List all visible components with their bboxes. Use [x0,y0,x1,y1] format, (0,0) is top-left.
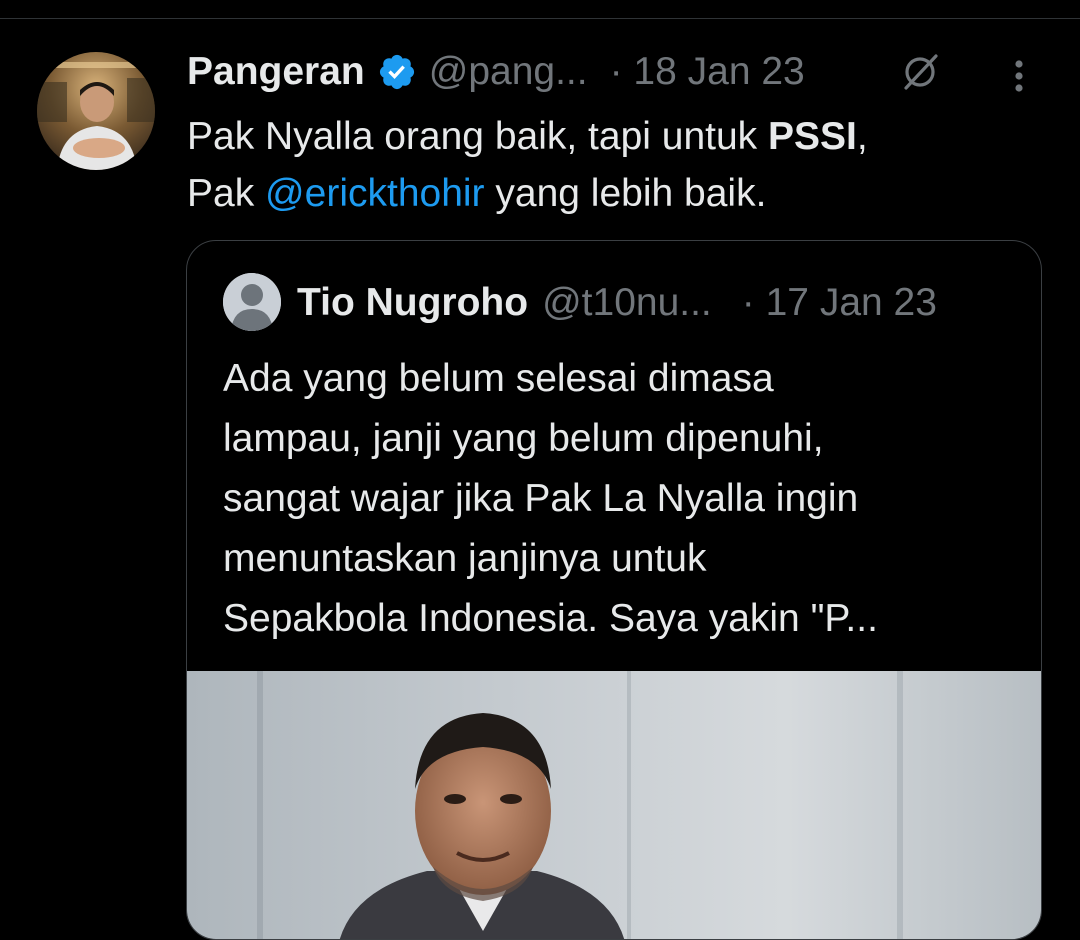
quoted-text-line: Ada yang belum selesai dimasa [223,357,774,400]
quoted-tweet-date: · 17 Jan 23 [741,281,937,324]
verified-badge-icon [377,52,417,92]
quoted-author-avatar[interactable] [223,273,281,331]
quoted-author-handle[interactable]: @t10nu... [542,281,712,325]
tweet-text-part: Pak [187,172,266,215]
tweet-text: Pak Nyalla orang baik, tapi untuk PSSI, … [187,108,1047,222]
quoted-tweet-card[interactable]: Tio Nugroho @t10nu... · 17 Jan 23 Ada ya… [186,240,1042,940]
tweet-text-part: Pak Nyalla orang baik, tapi untuk [187,115,769,158]
quoted-text-line: Sepakbola Indonesia. Saya yakin "P... [223,597,878,640]
quoted-tweet-image[interactable] [187,671,1041,939]
author-handle[interactable]: @pang... [429,50,588,94]
tweet-text-bold: PSSI [768,115,857,158]
author-avatar[interactable] [37,52,155,170]
tweet-date[interactable]: · 18 Jan 23 [610,50,805,94]
tweet-text-part: , [856,115,868,158]
edit-history-icon[interactable] [900,52,940,92]
quoted-tweet-text: Ada yang belum selesai dimasa lampau, ja… [223,349,1013,649]
tweet-text-part: yang lebih baik. [484,172,767,215]
quoted-author-name[interactable]: Tio Nugroho [297,281,528,325]
quoted-text-line: sangat wajar jika Pak La Nyalla ingin [223,477,859,520]
tweet-header: Pangeran @pang... · 18 Jan 23 [187,44,805,100]
quoted-text-line: menuntaskan janjinya untuk [223,537,707,580]
quoted-text-line: lampau, janji yang belum dipenuhi, [223,417,824,460]
top-divider [0,18,1080,19]
author-display-name[interactable]: Pangeran [187,50,365,94]
more-options-icon[interactable] [1004,56,1034,96]
mention-link[interactable]: @erickthohir [265,172,485,215]
quoted-tweet-header: Tio Nugroho @t10nu... · 17 Jan 23 [297,277,937,329]
